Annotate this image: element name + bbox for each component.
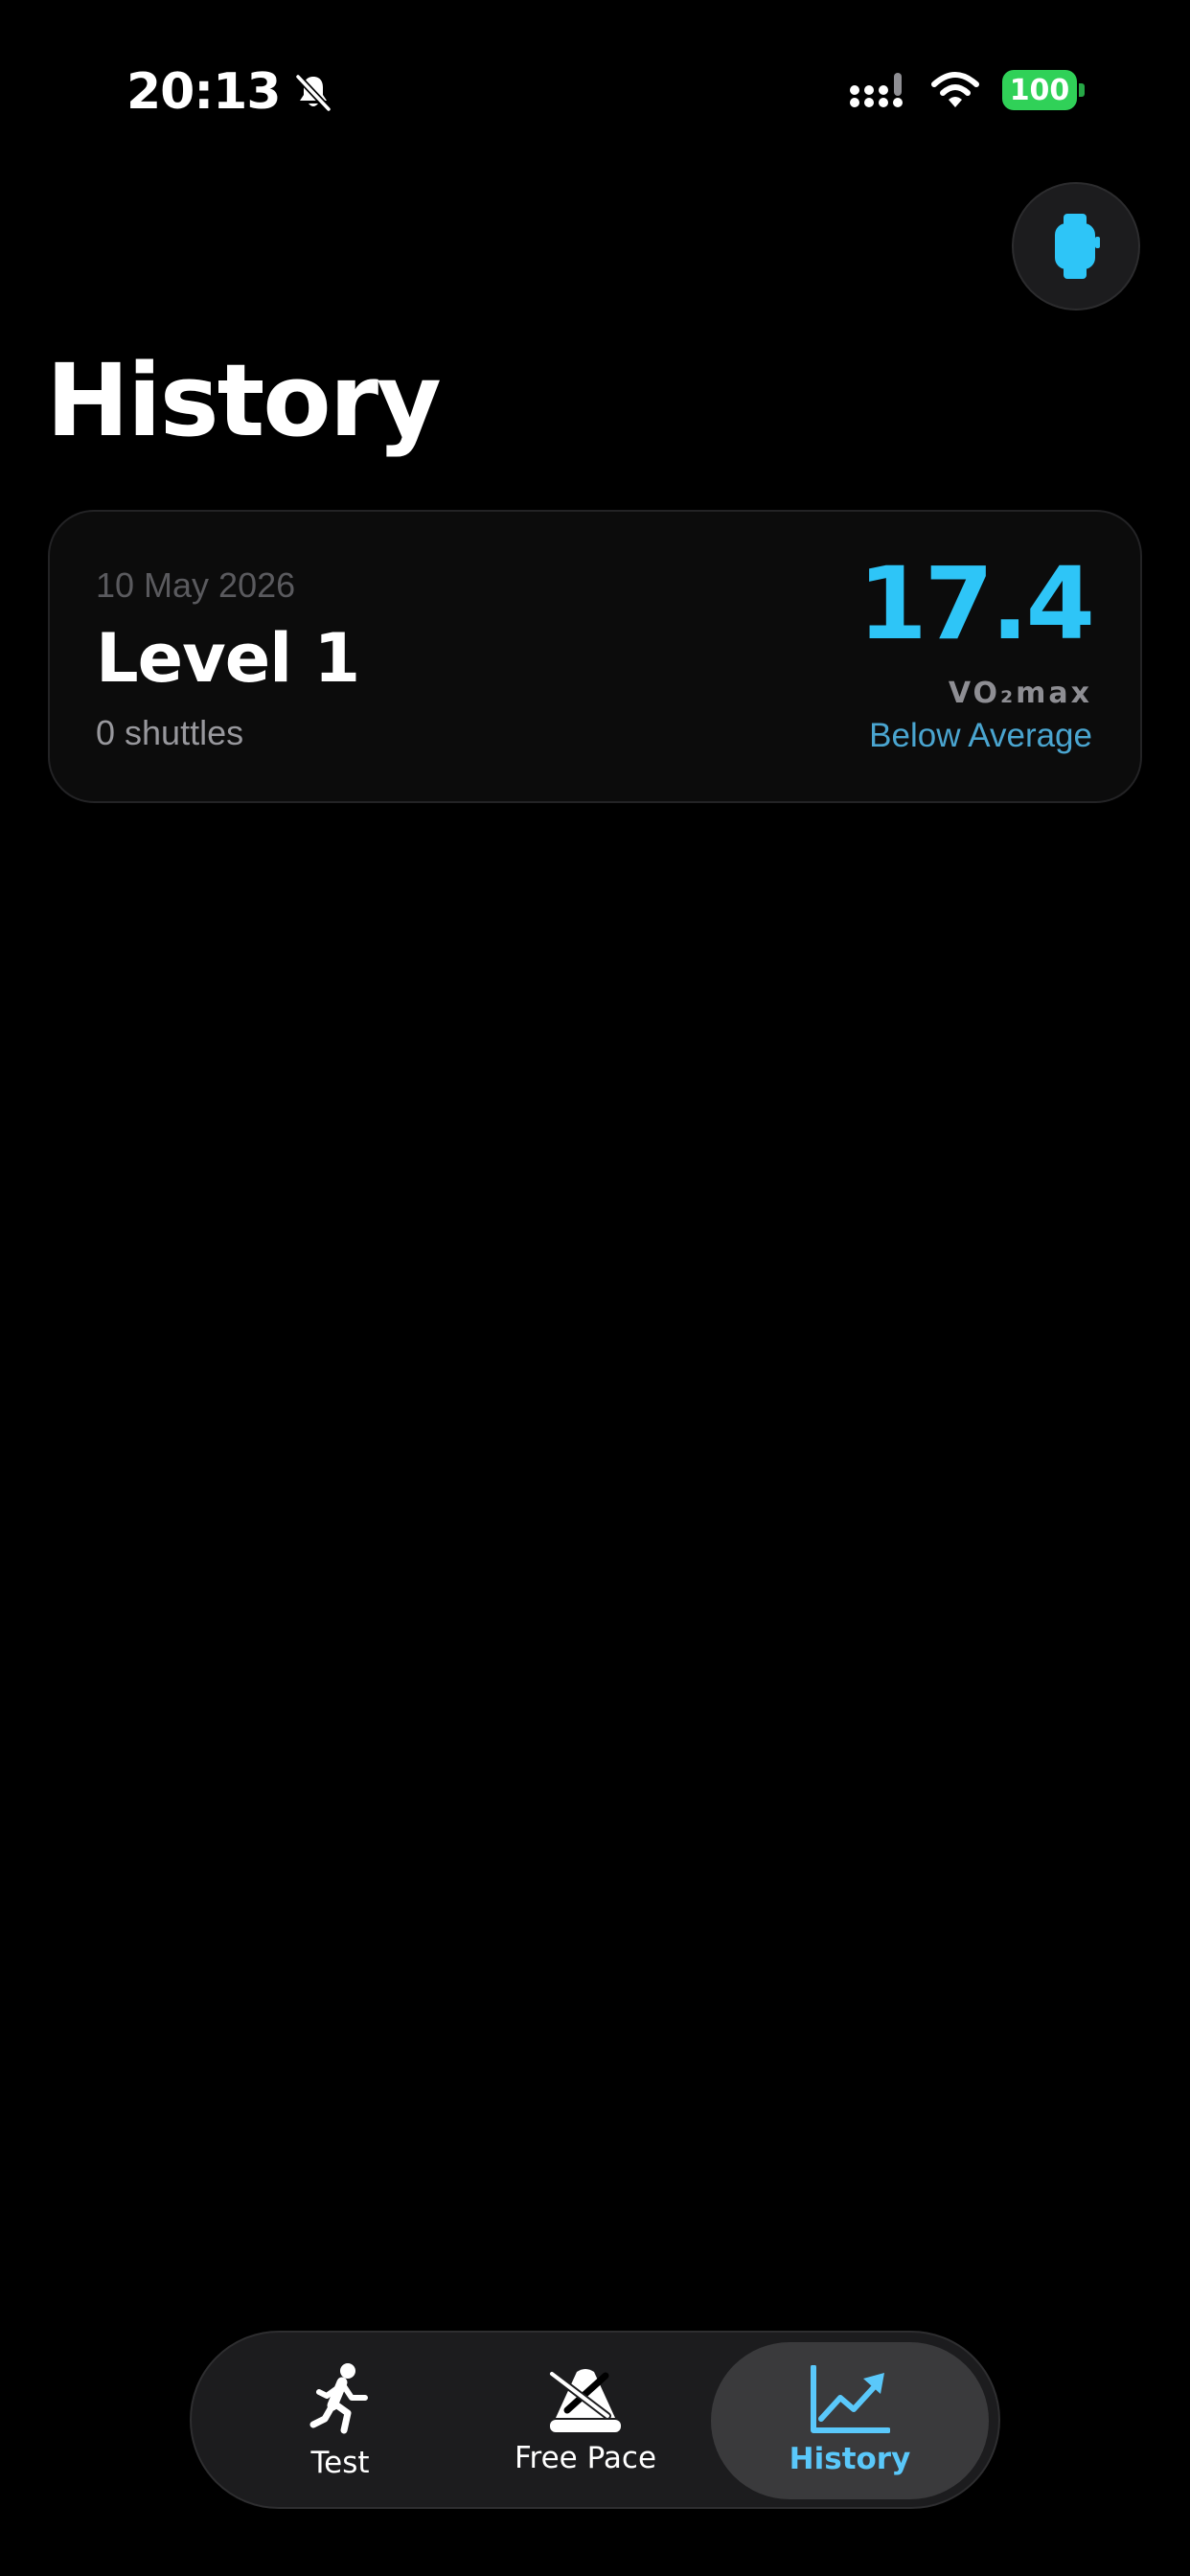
tab-bar: Test Free Pace History — [190, 2331, 1000, 2509]
wifi-icon — [931, 72, 979, 107]
tab-history-label: History — [789, 2442, 911, 2476]
chart-line-uptrend-icon — [811, 2365, 890, 2433]
watch-button[interactable] — [1012, 182, 1140, 310]
battery-icon: 100 — [1002, 69, 1085, 111]
entry-shuttles: 0 shuttles — [96, 713, 244, 752]
vo2max-value: 17.4 — [858, 545, 1095, 662]
bell-slash-icon — [294, 73, 332, 113]
figure-run-icon — [309, 2363, 368, 2434]
vo2max-label: VO₂max — [948, 677, 1092, 710]
tab-test-label: Test — [310, 2446, 370, 2480]
tab-test[interactable]: Test — [234, 2342, 446, 2499]
battery-level: 100 — [1002, 70, 1077, 110]
applewatch-icon — [1055, 214, 1100, 279]
entry-level: Level 1 — [96, 619, 360, 698]
status-bar: 20:13 100 — [0, 0, 1190, 192]
history-entry-card[interactable]: 10 May 2026 Level 1 0 shuttles 17.4 VO₂m… — [48, 510, 1142, 803]
status-time-group: 20:13 — [126, 63, 334, 121]
status-indicators: 100 — [849, 69, 1085, 111]
cellular-signal-icon — [850, 73, 903, 107]
tab-free-pace[interactable]: Free Pace — [466, 2342, 705, 2499]
entry-date: 10 May 2026 — [96, 565, 296, 605]
tab-free-pace-label: Free Pace — [514, 2441, 657, 2475]
vo2max-rating: Below Average — [869, 717, 1092, 754]
metronome-icon — [548, 2369, 621, 2432]
battery-cap — [1079, 83, 1085, 97]
page-title: History — [46, 342, 442, 459]
status-time: 20:13 — [126, 63, 282, 121]
tab-history[interactable]: History — [711, 2342, 989, 2499]
